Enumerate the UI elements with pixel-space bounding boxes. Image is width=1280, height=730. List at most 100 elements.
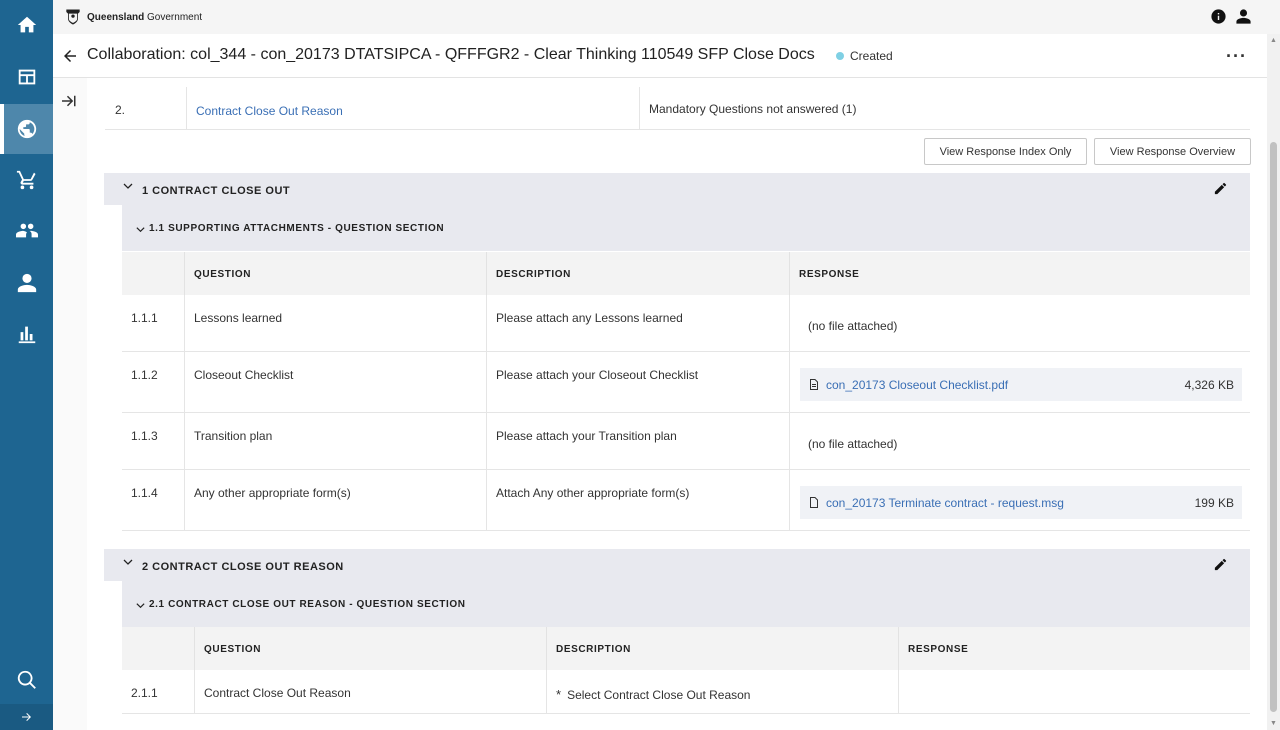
- table-row: 1.1.3 Transition plan Please attach your…: [122, 413, 1250, 470]
- column-header-description: DESCRIPTION: [486, 252, 789, 295]
- chevron-down-icon[interactable]: [122, 556, 134, 568]
- chevron-down-icon[interactable]: [135, 224, 146, 235]
- left-nav: [0, 0, 53, 730]
- summary-section-link[interactable]: Contract Close Out Reason: [187, 87, 640, 129]
- column-header-description: DESCRIPTION: [546, 627, 898, 670]
- question-description: Please attach your Transition plan: [486, 413, 789, 469]
- question-number: 2.1.1: [131, 686, 158, 700]
- cart-icon: [16, 170, 36, 190]
- scrollbar-thumb[interactable]: [1270, 142, 1277, 712]
- question-description: Attach Any other appropriate form(s): [486, 470, 789, 530]
- question-number: 1.1.1: [131, 311, 158, 325]
- question-number: 1.1.3: [131, 429, 158, 443]
- top-bar: Queensland Government: [53, 0, 1280, 34]
- file-size: 4,326 KB: [1184, 378, 1234, 392]
- summary-row: 2. Contract Close Out Reason Mandatory Q…: [105, 87, 1250, 130]
- scroll-up-icon[interactable]: ▲: [1270, 37, 1277, 44]
- file-name-link[interactable]: con_20173 Terminate contract - request.m…: [826, 496, 1064, 510]
- nav-user[interactable]: [0, 258, 53, 308]
- summary-message: Mandatory Questions not answered (1): [649, 102, 857, 116]
- nav-collaboration[interactable]: [0, 104, 53, 154]
- gov-name-bold: Queensland: [87, 11, 145, 23]
- section-header[interactable]: 2 CONTRACT CLOSE OUT REASON: [104, 549, 1250, 581]
- table-header: QUESTION DESCRIPTION RESPONSE: [122, 627, 1250, 670]
- required-asterisk: *: [556, 687, 562, 702]
- response-cell[interactable]: [898, 670, 1250, 713]
- question-text: Any other appropriate form(s): [184, 470, 486, 530]
- response-cell: con_20173 Terminate contract - request.m…: [789, 470, 1250, 530]
- home-icon: [17, 16, 36, 33]
- page-title: Collaboration: col_344 - con_20173 DTATS…: [87, 46, 815, 63]
- queensland-government-logo[interactable]: Queensland Government: [63, 7, 202, 27]
- column-header-question: QUESTION: [194, 627, 546, 670]
- account-icon[interactable]: [1235, 8, 1252, 25]
- edit-pencil-icon[interactable]: [1213, 557, 1228, 572]
- main-content: 2. Contract Close Out Reason Mandatory Q…: [53, 78, 1267, 730]
- nav-dashboard[interactable]: [0, 52, 53, 102]
- arrow-right-icon: [21, 713, 31, 721]
- subsection-header[interactable]: 1.1 SUPPORTING ATTACHMENTS - QUESTION SE…: [122, 205, 1250, 251]
- view-response-overview-button[interactable]: View Response Overview: [1094, 138, 1251, 165]
- user-icon: [17, 273, 36, 293]
- table-row: 1.1.1 Lessons learned Please attach any …: [122, 295, 1250, 352]
- page-header: Collaboration: col_344 - con_20173 DTATS…: [53, 34, 1267, 78]
- summary-index: 2.: [105, 87, 187, 129]
- info-icon[interactable]: [1210, 8, 1227, 25]
- question-text: Lessons learned: [184, 295, 486, 351]
- search-icon: [17, 670, 36, 689]
- question-description: Select Contract Close Out Reason: [567, 688, 751, 702]
- column-header-response: RESPONSE: [789, 252, 1250, 295]
- section-title: 1 CONTRACT CLOSE OUT: [142, 185, 291, 197]
- view-response-index-only-button[interactable]: View Response Index Only: [924, 138, 1087, 165]
- file-attachment[interactable]: con_20173 Closeout Checklist.pdf 4,326 K…: [800, 368, 1242, 401]
- table-row: 1.1.2 Closeout Checklist Please attach y…: [122, 352, 1250, 413]
- question-description-cell: * Select Contract Close Out Reason: [546, 670, 898, 713]
- column-header-question: QUESTION: [184, 252, 486, 295]
- table-row: 1.1.4 Any other appropriate form(s) Atta…: [122, 470, 1250, 531]
- no-file-text: (no file attached): [808, 437, 898, 451]
- nav-search[interactable]: [0, 655, 53, 705]
- question-number: 1.1.4: [131, 486, 158, 500]
- vertical-scrollbar[interactable]: ▲ ▼: [1267, 34, 1280, 730]
- status-label: Created: [850, 49, 893, 63]
- subsection-header[interactable]: 2.1 CONTRACT CLOSE OUT REASON - QUESTION…: [122, 581, 1250, 627]
- question-text: Contract Close Out Reason: [194, 670, 546, 713]
- table-header: QUESTION DESCRIPTION RESPONSE: [122, 252, 1250, 295]
- edit-pencil-icon[interactable]: [1213, 181, 1228, 196]
- section-header[interactable]: 1 CONTRACT CLOSE OUT: [104, 173, 1250, 205]
- column-header-response: RESPONSE: [898, 627, 1250, 670]
- dashboard-icon: [18, 69, 35, 85]
- reports-icon: [18, 326, 35, 344]
- nav-suppliers[interactable]: [0, 205, 53, 255]
- file-size: 199 KB: [1194, 496, 1234, 510]
- nav-expand-button[interactable]: [0, 704, 53, 730]
- scroll-down-icon[interactable]: ▼: [1270, 720, 1277, 727]
- response-cell: (no file attached): [789, 413, 1250, 469]
- collaboration-icon: [17, 119, 36, 139]
- nav-home[interactable]: [0, 0, 53, 50]
- status-badge: Created: [836, 49, 893, 63]
- response-cell: (no file attached): [789, 295, 1250, 351]
- chevron-down-icon[interactable]: [122, 180, 134, 192]
- section-title: 2 CONTRACT CLOSE OUT REASON: [142, 561, 344, 573]
- question-text: Transition plan: [184, 413, 486, 469]
- question-description: Please attach any Lessons learned: [486, 295, 789, 351]
- question-number: 1.1.2: [131, 368, 158, 382]
- file-attachment[interactable]: con_20173 Terminate contract - request.m…: [800, 486, 1242, 519]
- status-dot: [836, 52, 844, 60]
- more-options-button[interactable]: ···: [1226, 46, 1247, 67]
- suppliers-icon: [15, 223, 38, 238]
- file-name-link[interactable]: con_20173 Closeout Checklist.pdf: [826, 378, 1008, 392]
- gov-name-rest: Government: [147, 11, 203, 23]
- nav-reports[interactable]: [0, 309, 53, 359]
- question-description: Please attach your Closeout Checklist: [486, 352, 789, 412]
- chevron-down-icon[interactable]: [135, 600, 146, 611]
- no-file-text: (no file attached): [808, 319, 898, 333]
- crest-icon: [66, 9, 80, 25]
- collapse-panel-icon[interactable]: [59, 92, 77, 110]
- back-arrow-icon[interactable]: [61, 47, 79, 65]
- table-row: 2.1.1 Contract Close Out Reason * Select …: [122, 670, 1250, 714]
- response-cell: con_20173 Closeout Checklist.pdf 4,326 K…: [789, 352, 1250, 412]
- nav-cart[interactable]: [0, 155, 53, 205]
- file-icon: [810, 497, 818, 508]
